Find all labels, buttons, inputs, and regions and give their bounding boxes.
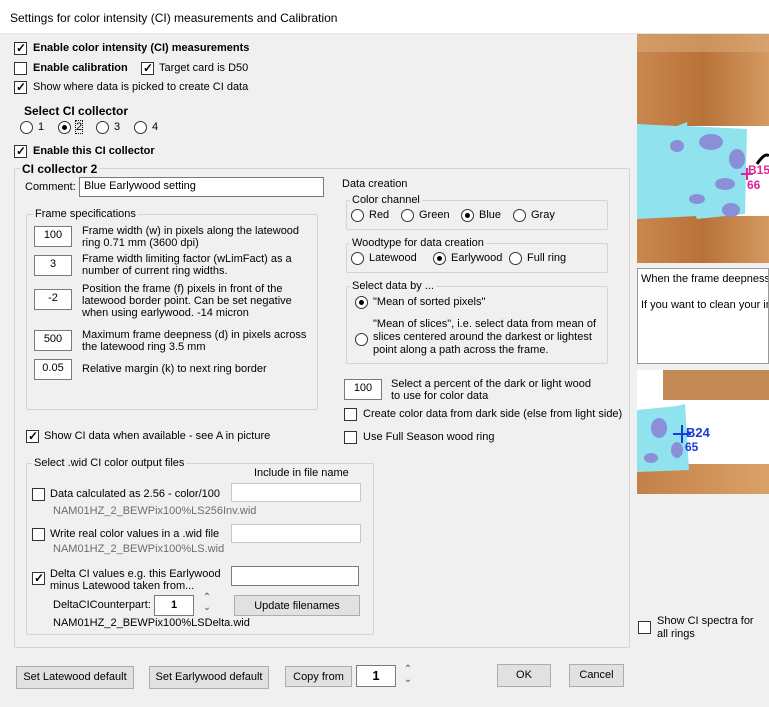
select-sorted-label: "Mean of sorted pixels": [373, 296, 486, 308]
include-header: Include in file name: [254, 467, 349, 479]
woodtype-earlywood-label: Earlywood: [451, 252, 503, 264]
collector-radio-3[interactable]: [96, 121, 109, 134]
channel-gray-label: Gray: [531, 209, 555, 221]
channel-red-label: Red: [369, 209, 390, 221]
collector-radio-3-label: 3: [114, 121, 121, 133]
frame-position-input[interactable]: -2: [34, 289, 72, 310]
wood-preview-top: [637, 34, 769, 263]
target-card-checkbox[interactable]: [141, 61, 154, 75]
collector-title: CI collector 2: [20, 162, 100, 176]
wood-preview-top-image: [637, 34, 769, 263]
collector-radio-1[interactable]: [20, 121, 33, 134]
output-inverted-checkbox[interactable]: [32, 488, 45, 501]
relative-margin-text: Relative margin (k) to next ring border: [82, 363, 267, 375]
ok-button[interactable]: OK: [497, 664, 551, 687]
counterpart-spinner[interactable]: ⌃ ⌄: [201, 593, 213, 613]
channel-blue-label: Blue: [479, 209, 502, 221]
output-delta-file: NAM01HZ_2_BEWPix100%LSDelta.wid: [53, 617, 250, 629]
counterpart-input[interactable]: 1: [154, 595, 194, 616]
comment-label: Comment:: [25, 181, 76, 193]
output-inverted-label: Data calculated as 2.56 - color/100: [50, 488, 220, 500]
frame-width-text: Frame width (w) in pixels along the late…: [82, 225, 300, 249]
frame-deepness-text: Maximum frame deepness (d) in pixels acr…: [82, 329, 307, 353]
output-real-label: Write real color values in a .wid file: [50, 528, 220, 540]
enable-ci-label: Enable color intensity (CI) measurements: [33, 42, 250, 54]
collector-select-label: Select CI collector: [24, 104, 129, 118]
copy-from-spinner[interactable]: ⌃ ⌄: [402, 665, 414, 685]
enable-calibration-checkbox[interactable]: [14, 62, 27, 75]
woodtype-legend: Woodtype for data creation: [350, 237, 486, 249]
marker1-num: 66: [747, 178, 761, 192]
show-ci-data-checkbox[interactable]: [26, 429, 39, 443]
dark-side-label: Create color data from dark side (else f…: [363, 408, 623, 420]
dark-side-checkbox[interactable]: [344, 408, 357, 421]
woodtype-fullring-radio[interactable]: [509, 252, 522, 265]
output-files-legend: Select .wid CI color output files: [32, 457, 187, 469]
frame-limit-input[interactable]: 3: [34, 255, 72, 276]
channel-red-radio[interactable]: [351, 209, 364, 222]
output-delta-include[interactable]: [231, 566, 359, 586]
enable-this-collector-label: Enable this CI collector: [33, 145, 155, 157]
set-earlywood-default-button[interactable]: Set Earlywood default: [149, 666, 269, 689]
relative-margin-input[interactable]: 0.05: [34, 359, 72, 380]
marker2-num: 65: [685, 440, 699, 454]
channel-gray-radio[interactable]: [513, 209, 526, 222]
collector-radio-1-label: 1: [38, 121, 45, 133]
collector-radio-4[interactable]: [134, 121, 147, 134]
channel-green-radio[interactable]: [401, 209, 414, 222]
woodtype-fullring-label: Full ring: [527, 252, 567, 264]
collector-radio-2-label: 2: [74, 120, 84, 134]
output-inverted-include[interactable]: [231, 483, 361, 502]
output-delta-label: Delta CI values e.g. this Earlywood minu…: [50, 568, 221, 592]
set-latewood-default-button[interactable]: Set Latewood default: [16, 666, 134, 689]
frame-position-text: Position the frame (f) pixels in front o…: [82, 283, 292, 319]
enable-calibration-label: Enable calibration: [33, 62, 128, 74]
woodtype-earlywood-radio[interactable]: [433, 252, 446, 265]
color-channel-legend: Color channel: [350, 194, 422, 206]
output-real-file: NAM01HZ_2_BEWPix100%LS.wid: [53, 543, 225, 555]
enable-this-collector-checkbox[interactable]: [14, 144, 27, 158]
frame-width-input[interactable]: 100: [34, 226, 72, 247]
select-slices-radio[interactable]: [355, 333, 368, 346]
output-delta-checkbox[interactable]: [32, 571, 45, 585]
select-sorted-radio[interactable]: [355, 296, 368, 309]
collector-radio-4-label: 4: [152, 121, 159, 133]
woodtype-latewood-label: Latewood: [369, 252, 417, 264]
copy-from-button[interactable]: Copy from: [285, 666, 352, 687]
frame-spec-legend: Frame specifications: [33, 208, 138, 220]
full-season-checkbox[interactable]: [344, 431, 357, 444]
select-by-legend: Select data by ...: [350, 280, 436, 292]
channel-blue-radio[interactable]: [461, 209, 474, 222]
output-inverted-file: NAM01HZ_2_BEWPix100%LS256Inv.wid: [53, 505, 257, 517]
enable-ci-checkbox[interactable]: [14, 41, 27, 55]
woodtype-latewood-radio[interactable]: [351, 252, 364, 265]
show-ci-data-label: Show CI data when available - see A in p…: [44, 430, 271, 442]
copy-from-input[interactable]: 1: [356, 665, 396, 687]
percent-input[interactable]: 100: [344, 379, 382, 400]
comment-input[interactable]: Blue Earlywood setting: [79, 177, 324, 197]
target-card-label: Target card is D50: [159, 62, 249, 74]
help-text-panel: When the frame deepness ring width. The …: [637, 268, 769, 364]
show-spectra-checkbox[interactable]: [638, 621, 651, 634]
show-where-checkbox[interactable]: [14, 80, 27, 94]
data-creation-legend: Data creation: [342, 178, 408, 190]
show-where-label: Show where data is picked to create CI d…: [33, 81, 249, 93]
show-spectra-label: Show CI spectra for all rings: [657, 615, 754, 640]
frame-limit-text: Frame width limiting factor (wLimFact) a…: [82, 253, 292, 277]
full-season-label: Use Full Season wood ring: [363, 431, 495, 443]
counterpart-label: DeltaCICounterpart:: [53, 599, 151, 611]
output-real-checkbox[interactable]: [32, 528, 45, 541]
select-slices-label: "Mean of slices", i.e. select data from …: [373, 318, 597, 356]
channel-green-label: Green: [419, 209, 450, 221]
update-filenames-button[interactable]: Update filenames: [234, 595, 360, 616]
frame-deepness-input[interactable]: 500: [34, 330, 72, 351]
output-real-include[interactable]: [231, 524, 361, 543]
marker1-label: B15: [748, 163, 769, 177]
cancel-button[interactable]: Cancel: [569, 664, 624, 687]
window-title: Settings for color intensity (CI) measur…: [10, 11, 338, 25]
marker2-label: B24: [686, 425, 710, 440]
collector-radio-2[interactable]: [58, 121, 71, 134]
percent-text: Select a percent of the dark or light wo…: [391, 378, 591, 402]
